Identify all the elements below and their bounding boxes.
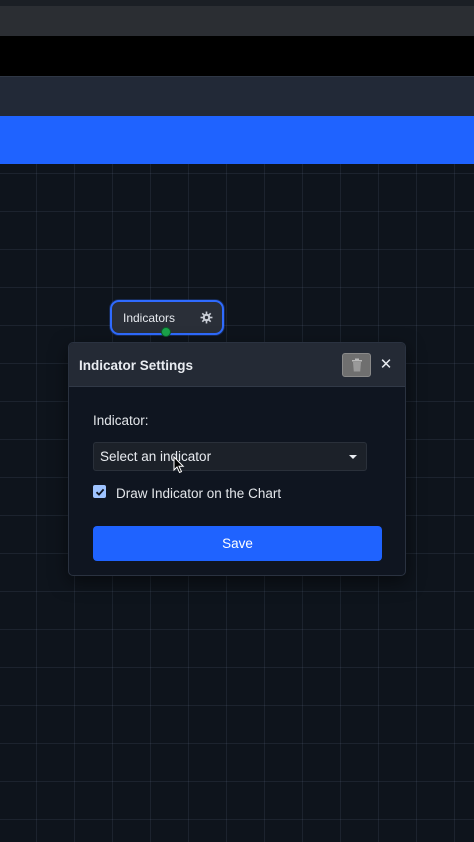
blue-banner (0, 116, 474, 164)
save-label: Save (222, 536, 253, 551)
browser-toolbar (0, 6, 474, 36)
dialog-header: Indicator Settings ✕ (69, 343, 405, 387)
draw-indicator-label: Draw Indicator on the Chart (116, 486, 282, 501)
node-label: Indicators (123, 310, 176, 325)
mouse-cursor-icon (173, 456, 185, 474)
indicator-settings-dialog: Indicator Settings ✕ Indicator: Select a… (68, 342, 406, 576)
draw-indicator-checkbox[interactable] (93, 485, 106, 498)
chevron-down-icon (349, 455, 357, 459)
dialog-title: Indicator Settings (79, 358, 194, 373)
save-button[interactable]: Save (93, 526, 382, 561)
close-icon: ✕ (379, 356, 393, 373)
top-black-bar (0, 36, 474, 76)
select-value: Select an indicator (100, 449, 212, 464)
gear-icon[interactable] (200, 311, 213, 324)
app-header (0, 76, 474, 116)
close-button[interactable]: ✕ (376, 355, 396, 375)
indicator-select[interactable]: Select an indicator (93, 442, 367, 471)
checkmark-icon (95, 488, 104, 496)
delete-button[interactable] (342, 353, 371, 377)
trash-icon (351, 358, 362, 372)
node-output-port[interactable] (161, 327, 171, 337)
indicator-label: Indicator: (93, 413, 149, 428)
